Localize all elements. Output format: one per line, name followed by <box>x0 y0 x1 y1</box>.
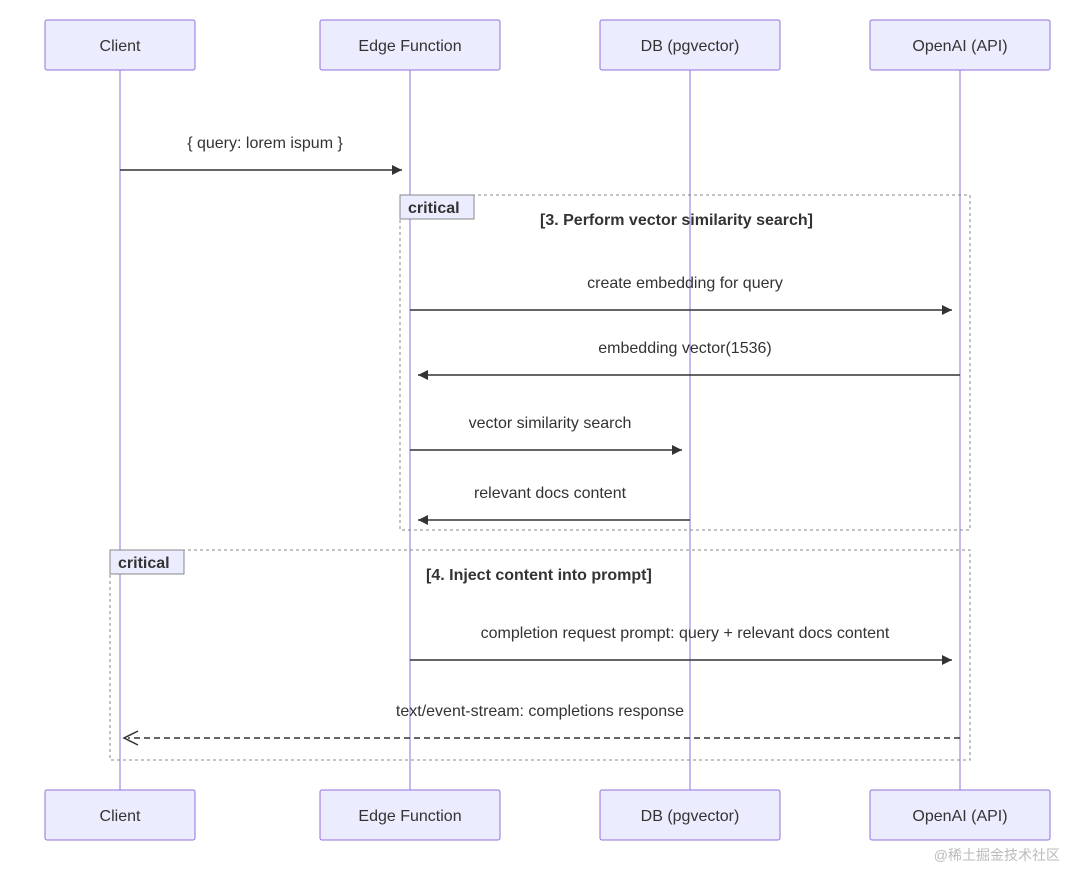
watermark: @稀土掘金技术社区 <box>934 847 1060 863</box>
actor-label: OpenAI (API) <box>912 38 1007 55</box>
arrow-head <box>942 305 952 315</box>
arrow-head <box>672 445 682 455</box>
actor-openai-top: OpenAI (API) <box>870 20 1050 70</box>
critical-label-2: critical <box>118 555 170 572</box>
msg-completion-request: completion request prompt: query + relev… <box>481 625 890 642</box>
actor-edge-bottom: Edge Function <box>320 790 500 840</box>
actor-client-top: Client <box>45 20 195 70</box>
arrow-head <box>418 370 428 380</box>
arrow-head <box>392 165 402 175</box>
actor-label: Client <box>100 808 141 825</box>
actor-db-top: DB (pgvector) <box>600 20 780 70</box>
actor-edge-top: Edge Function <box>320 20 500 70</box>
actor-db-bottom: DB (pgvector) <box>600 790 780 840</box>
actor-label: DB (pgvector) <box>641 38 740 55</box>
msg-query: { query: lorem ispum } <box>187 135 343 152</box>
msg-create-embedding: create embedding for query <box>587 275 783 292</box>
arrow-head <box>942 655 952 665</box>
critical-title-2: [4. Inject content into prompt] <box>426 567 652 584</box>
msg-vector-search: vector similarity search <box>469 415 632 432</box>
critical-label-1: critical <box>408 200 460 217</box>
msg-stream-response: text/event-stream: completions response <box>396 703 684 720</box>
actor-label: Client <box>100 38 141 55</box>
arrow-head <box>418 515 428 525</box>
actor-label: OpenAI (API) <box>912 808 1007 825</box>
actor-label: Edge Function <box>358 808 461 825</box>
sequence-diagram: Client Edge Function DB (pgvector) OpenA… <box>0 0 1072 880</box>
msg-embedding-vector: embedding vector(1536) <box>598 340 771 357</box>
actor-openai-bottom: OpenAI (API) <box>870 790 1050 840</box>
actor-label: Edge Function <box>358 38 461 55</box>
critical-box-1 <box>400 195 970 530</box>
actor-client-bottom: Client <box>45 790 195 840</box>
msg-relevant-docs: relevant docs content <box>474 485 627 502</box>
actor-label: DB (pgvector) <box>641 808 740 825</box>
critical-title-1: [3. Perform vector similarity search] <box>540 212 813 229</box>
